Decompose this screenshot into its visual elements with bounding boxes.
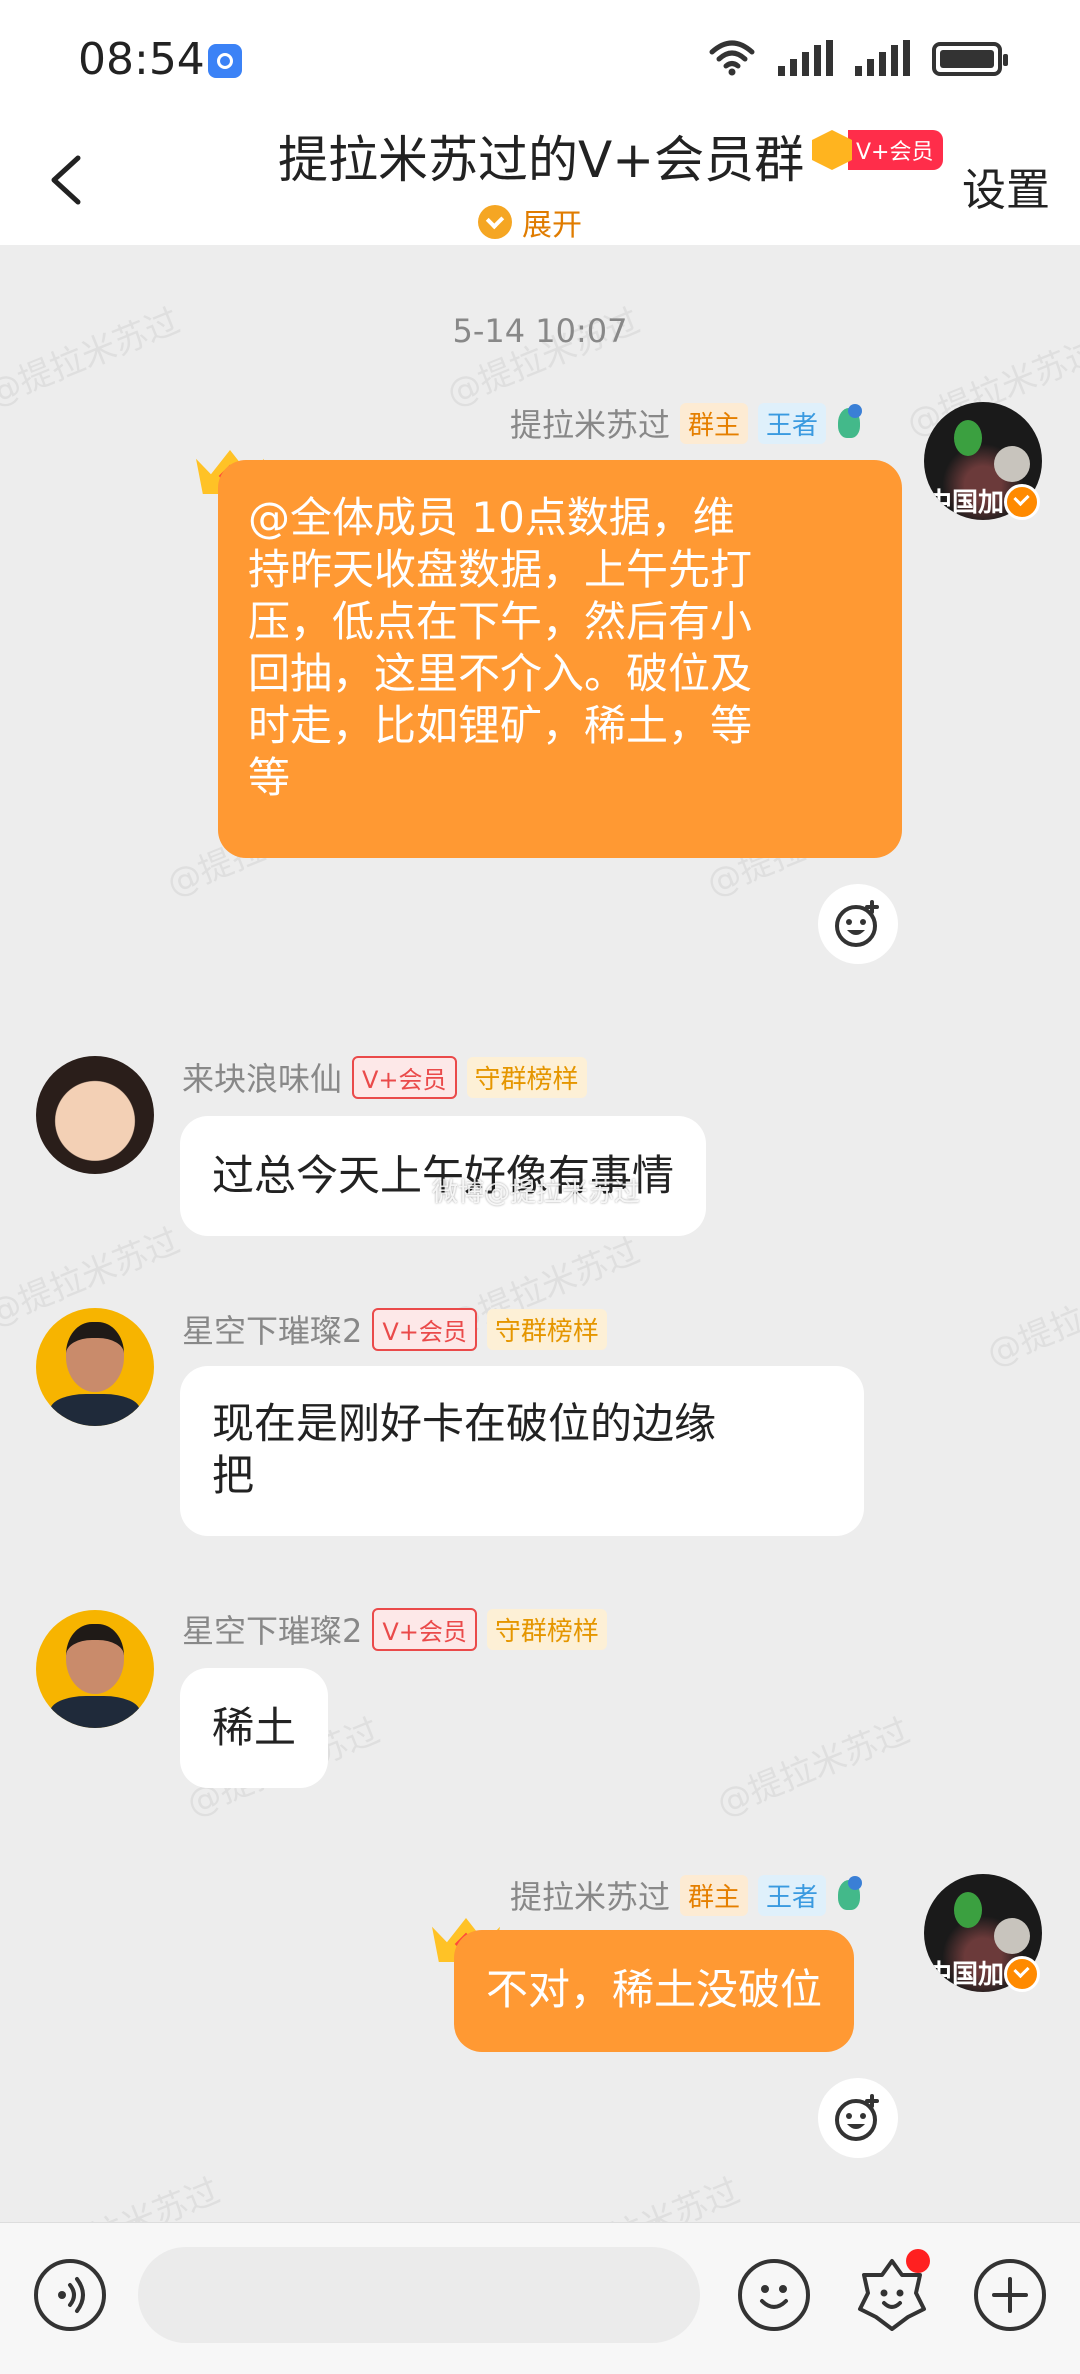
sender-name: 来块浪味仙 [182,1060,343,1098]
vip-badge-label: V+会员 [848,130,944,170]
reaction-icon [835,2094,879,2141]
reaction-button[interactable] [818,884,898,964]
message-input[interactable] [138,2247,700,2343]
sender-name: 提拉米苏过 [510,1878,671,1916]
input-bar [0,2222,1080,2374]
bird-badge-icon [836,1876,866,1914]
sender-name: 星空下璀璨2 [182,1312,363,1350]
guard-tag: 守群榜样 [466,1056,587,1098]
sender-name-row: 星空下璀璨2 V+会员 守群榜样 [182,1306,607,1352]
notification-dot [906,2249,930,2273]
plus-button[interactable] [974,2259,1046,2331]
owner-tag: 群主 [680,402,749,444]
app-notification-icon [208,44,242,78]
message-bubble[interactable]: 不对，稀土没破位 [454,1930,855,2052]
message-bubble[interactable]: 稀土 [180,1668,329,1788]
avatar[interactable] [36,1308,154,1426]
watermark: @提拉米苏过 [981,1260,1080,1375]
owner-tag: 群主 [680,1874,749,1916]
avatar[interactable] [36,1056,154,1174]
emoji-button[interactable] [738,2259,810,2331]
avatar[interactable] [36,1610,154,1728]
signal-icon [855,40,910,76]
status-time: 08:54 [78,34,205,85]
settings-button[interactable]: 设置 [962,154,1050,218]
message-line: 时走，比如锂矿，稀土，等 [248,701,753,750]
watermark: @提拉米苏过 [711,1710,916,1825]
battery-icon [932,42,1008,76]
sender-name-row: 来块浪味仙 V+会员 守群榜样 [182,1054,587,1100]
weibo-watermark: 微博@提拉米苏过 [432,1178,641,1208]
king-tag: 王者 [758,402,827,444]
verified-icon [1004,1956,1040,1992]
voice-icon [58,2277,85,2313]
message-line: @全体成员 10点数据，维 [248,493,735,542]
king-tag: 王者 [758,1874,827,1916]
chat-header: 提拉米苏过的V+会员群 V+会员 展开 设置 [0,120,1080,245]
status-icons [708,38,1008,76]
group-title: 提拉米苏过的V+会员群 [278,131,805,189]
guard-tag: 守群榜样 [486,1308,607,1350]
sender-name-row: 提拉米苏过 群主 王者 [510,1872,866,1918]
avatar-caption: 中国加 [926,488,1005,518]
emoji-icon [760,2285,788,2309]
guard-tag: 守群榜样 [486,1608,607,1650]
avatar-caption: 中国加 [926,1960,1005,1990]
message-line: 压，低点在下午，然后有小 [248,597,753,646]
sender-name: 提拉米苏过 [510,406,671,444]
sender-name-row: 星空下璀璨2 V+会员 守群榜样 [182,1606,607,1652]
sender-name: 星空下璀璨2 [182,1612,363,1650]
message-line: 等 [248,753,291,802]
status-bar: 08:54 [0,0,1080,120]
vip-tag: V+会员 [352,1055,457,1099]
verified-icon [1004,484,1040,520]
back-arrow-icon[interactable] [40,150,100,210]
vip-shield-icon [812,130,852,170]
message-line: 现在是刚好卡在破位的边缘 [212,1399,717,1448]
vip-tag: V+会员 [372,1607,477,1651]
reaction-icon [835,900,879,947]
reaction-button[interactable] [818,2078,898,2158]
wifi-icon [709,40,755,76]
chat-timestamp: 5-14 10:07 [452,312,628,350]
message-bubble[interactable]: @全体成员 10点数据，维 持昨天收盘数据，上午先打 压，低点在下午，然后有小 … [218,460,902,858]
signal-icon [778,40,833,76]
message-line: 持昨天收盘数据，上午先打 [248,545,753,594]
plus-icon [992,2277,1028,2313]
expand-label: 展开 [522,208,582,243]
expand-button[interactable]: 展开 [478,200,582,244]
message-line: 把 [212,1451,255,1500]
message-line: 回抽，这里不介入。破位及 [248,649,753,698]
bird-badge-icon [836,404,866,442]
sender-name-row: 提拉米苏过 群主 王者 [510,400,866,446]
voice-button[interactable] [34,2259,106,2331]
vip-tag: V+会员 [372,1307,477,1351]
vip-badge: V+会员 [812,128,944,172]
chevron-down-icon [478,205,512,239]
message-bubble[interactable]: 现在是刚好卡在破位的边缘 把 [180,1366,864,1536]
